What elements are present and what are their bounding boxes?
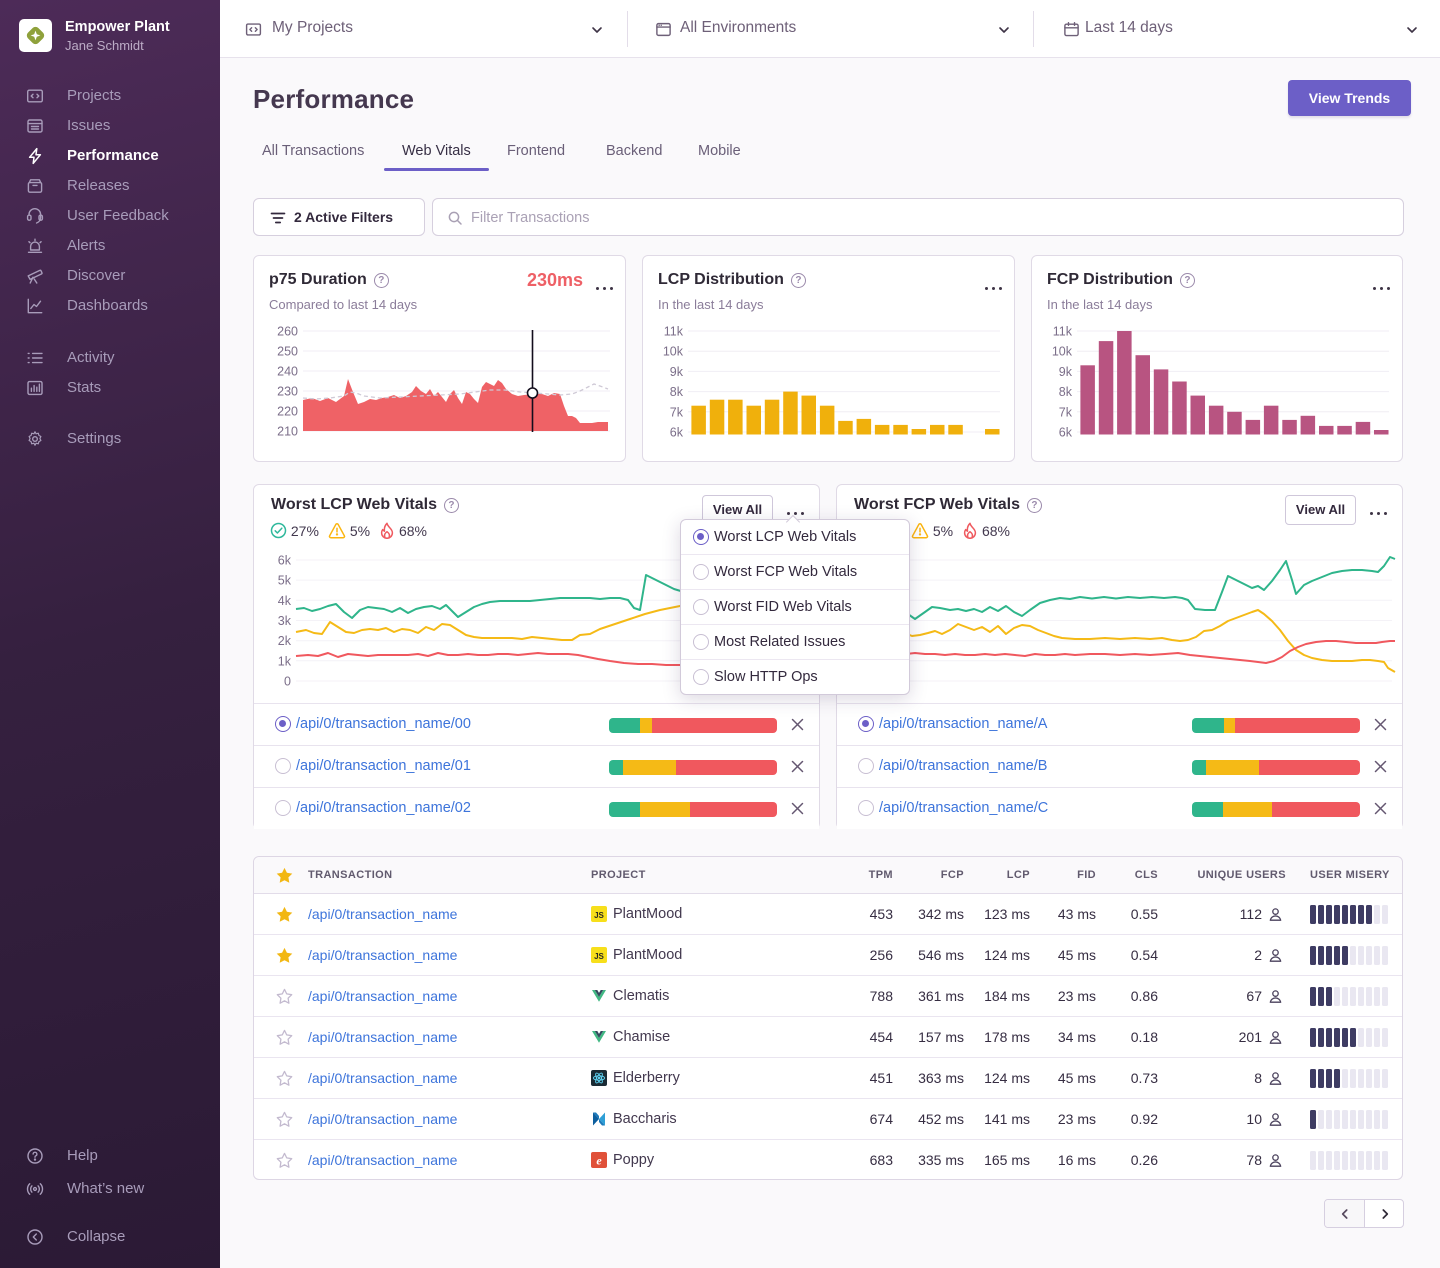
svg-text:JS: JS	[594, 911, 604, 920]
svg-text:JS: JS	[594, 952, 604, 961]
svg-text:8k: 8k	[1059, 385, 1073, 399]
svg-text:3k: 3k	[278, 614, 292, 628]
svg-text:240: 240	[277, 365, 298, 379]
svg-text:10k: 10k	[1052, 345, 1073, 359]
svg-text:260: 260	[277, 325, 298, 339]
svg-text:6k: 6k	[1059, 426, 1073, 440]
svg-text:6k: 6k	[278, 554, 292, 568]
svg-text:8k: 8k	[670, 385, 684, 399]
svg-text:7k: 7k	[1059, 405, 1073, 419]
svg-text:4k: 4k	[278, 594, 292, 608]
svg-text:10k: 10k	[663, 345, 684, 359]
svg-text:2k: 2k	[278, 634, 292, 648]
svg-text:0: 0	[284, 675, 291, 689]
svg-text:250: 250	[277, 345, 298, 359]
svg-text:220: 220	[277, 405, 298, 419]
svg-text:9k: 9k	[1059, 365, 1073, 379]
svg-text:9k: 9k	[670, 365, 684, 379]
svg-text:6k: 6k	[670, 426, 684, 440]
svg-text:7k: 7k	[670, 405, 684, 419]
svg-text:e: e	[596, 1154, 602, 1168]
svg-text:230: 230	[277, 385, 298, 399]
svg-text:1k: 1k	[278, 654, 292, 668]
svg-text:210: 210	[277, 425, 298, 439]
svg-text:11k: 11k	[1053, 325, 1073, 339]
svg-text:5k: 5k	[278, 574, 292, 588]
svg-text:11k: 11k	[664, 325, 684, 339]
